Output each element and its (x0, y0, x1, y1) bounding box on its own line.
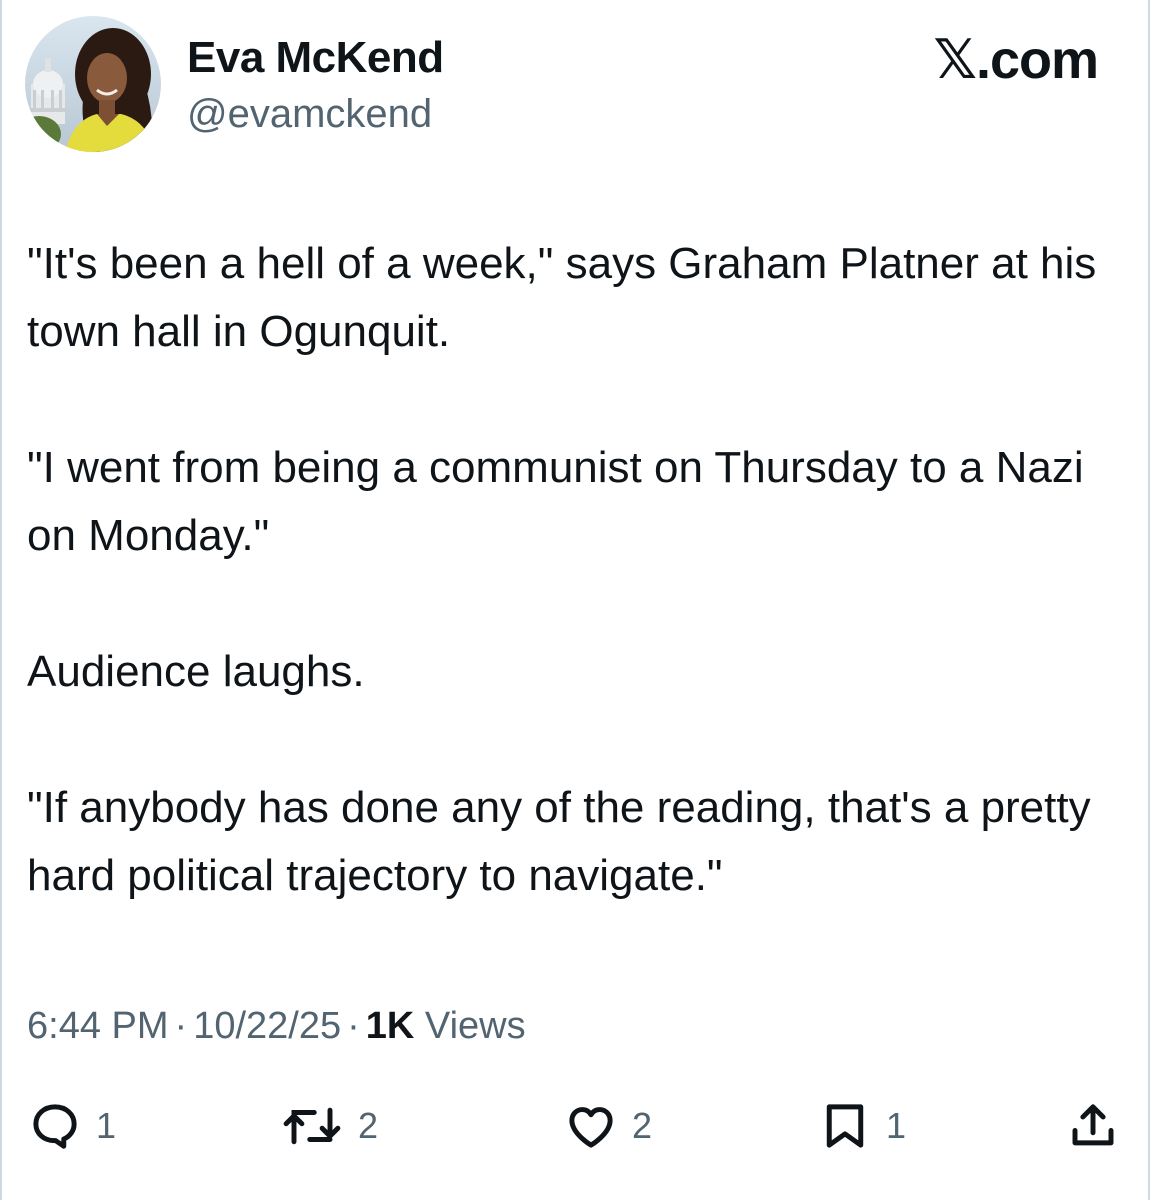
tweet-text: "It's been a hell of a week," says Graha… (27, 230, 1127, 978)
bookmark-button[interactable]: 1 (818, 1098, 906, 1154)
share-button[interactable] (1066, 1098, 1120, 1154)
profile-photo-icon (25, 16, 161, 152)
tweet-paragraph: "If anybody has done any of the reading,… (27, 783, 1091, 900)
bookmark-count: 1 (886, 1105, 907, 1146)
tweet-paragraph: "I went from being a communist on Thursd… (27, 443, 1084, 560)
retweet-count: 2 (358, 1105, 379, 1146)
tweet-paragraph: Audience laughs. (27, 647, 365, 696)
author-handle[interactable]: @evamckend (187, 88, 432, 140)
retweet-button[interactable]: 2 (280, 1098, 378, 1154)
reply-icon (33, 1104, 77, 1149)
share-icon (1072, 1104, 1114, 1146)
bookmark-icon (826, 1104, 864, 1148)
like-button[interactable]: 2 (564, 1098, 652, 1154)
heart-icon (569, 1107, 613, 1148)
avatar[interactable] (25, 16, 161, 152)
x-logo: 𝕏.com (933, 30, 1099, 90)
reply-count: 1 (96, 1105, 117, 1146)
tweet-time[interactable]: 6:44 PM (27, 1005, 169, 1047)
like-count: 2 (632, 1105, 653, 1146)
action-bar: 1 2 2 1 (0, 1098, 1152, 1154)
views-count: 1K (365, 1005, 415, 1047)
tweet-meta: 6:44 PM · 10/22/25 · 1K Views (27, 1002, 526, 1050)
meta-separator: · (174, 1005, 188, 1047)
reply-button[interactable]: 1 (28, 1098, 116, 1154)
meta-separator: · (347, 1005, 360, 1047)
retweet-icon (283, 1107, 341, 1145)
views-label: Views (424, 1005, 526, 1047)
author-display-name[interactable]: Eva McKend (187, 32, 444, 84)
tweet-date[interactable]: 10/22/25 (193, 1005, 341, 1047)
tweet-paragraph: "It's been a hell of a week," says Graha… (27, 239, 1097, 356)
